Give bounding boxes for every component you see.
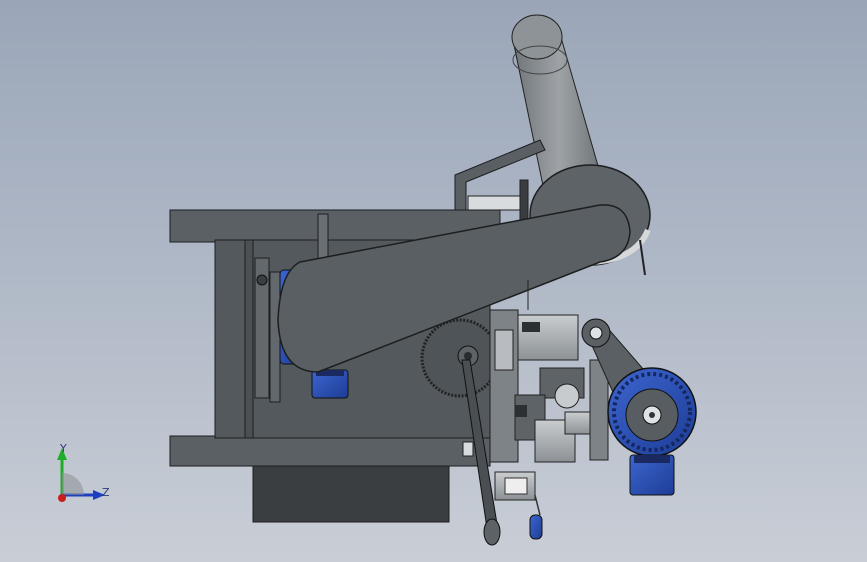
- lower-fittings[interactable]: [494, 471, 543, 540]
- cad-graphics-viewport[interactable]: Y Z: [0, 0, 867, 562]
- axis-y-label: Y: [60, 442, 67, 455]
- axis-z-label: Z: [102, 486, 110, 499]
- frame-bottom-rail[interactable]: [169, 435, 491, 467]
- base-block[interactable]: [252, 465, 450, 523]
- axis-triad: [57, 448, 105, 502]
- gear-wheel[interactable]: [420, 318, 500, 398]
- right-motor[interactable]: [607, 367, 697, 496]
